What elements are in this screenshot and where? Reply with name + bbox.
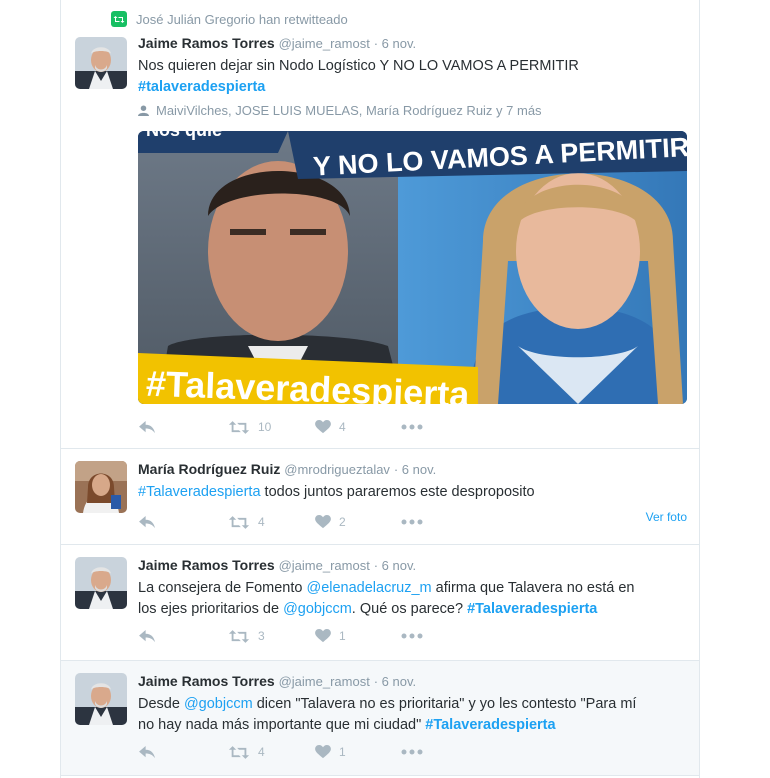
tweet-text-part: afirma que Talavera no está en: [431, 580, 635, 596]
author-handle[interactable]: @mrodrigueztalav: [284, 462, 390, 477]
reply-button[interactable]: [138, 417, 157, 437]
like-button[interactable]: 1: [315, 742, 346, 762]
image-top-text: Nos quie: [146, 131, 222, 140]
author-handle[interactable]: @jaime_ramost: [279, 674, 370, 689]
author-name[interactable]: Jaime Ramos Torres: [138, 557, 275, 573]
retweet-context: José Julián Gregorio han retwitteado: [111, 11, 348, 27]
avatar[interactable]: [75, 461, 127, 513]
author-name[interactable]: María Rodríguez Ruiz: [138, 461, 280, 477]
reply-icon: [138, 515, 157, 530]
author-handle[interactable]: @jaime_ramost: [279, 36, 370, 51]
tweet-media-photo[interactable]: Nos quie Y NO LO VAMOS A PERMITIR #Talav…: [138, 131, 687, 404]
user-icon: [138, 105, 149, 116]
like-count: 1: [339, 745, 346, 759]
tweet[interactable]: Jaime Ramos Torres @jaime_ramost · 6 nov…: [61, 545, 699, 661]
more-icon: [401, 519, 423, 525]
retweet-icon: [228, 515, 250, 530]
reply-icon: [138, 745, 157, 760]
tweet-actions: 4 1: [138, 742, 458, 762]
like-count: 1: [339, 629, 346, 643]
retweet-icon: [228, 745, 250, 760]
reply-button[interactable]: [138, 512, 157, 532]
author-name[interactable]: Jaime Ramos Torres: [138, 35, 275, 51]
social-context[interactable]: MaiviVilches, JOSE LUIS MUELAS, María Ro…: [138, 103, 688, 118]
retweet-button[interactable]: 4: [228, 742, 265, 762]
retweet-button[interactable]: 3: [228, 626, 265, 646]
tweet-text: La consejera de Fomento @elenadelacruz_m…: [138, 578, 688, 620]
tweet-time[interactable]: · 6 nov.: [374, 674, 416, 689]
mention-link[interactable]: @gobjccm: [283, 601, 352, 617]
tweet-actions: 4 2: [138, 512, 458, 532]
retweet-count: 10: [258, 420, 272, 434]
tweet[interactable]: José Julián Gregorio han retwitteado Jai…: [61, 0, 699, 449]
reply-button[interactable]: [138, 626, 157, 646]
retweet-count: 3: [258, 629, 265, 643]
avatar[interactable]: [75, 37, 127, 89]
heart-icon: [315, 745, 331, 759]
retweet-button[interactable]: 4: [228, 512, 265, 532]
tweet-time[interactable]: · 6 nov.: [374, 36, 416, 51]
tweet-header: Jaime Ramos Torres @jaime_ramost · 6 nov…: [138, 34, 688, 53]
retweet-icon: [228, 420, 250, 435]
tweet-text: #Talaveradespierta todos juntos pararemo…: [138, 482, 688, 503]
more-button[interactable]: [401, 626, 423, 646]
heart-icon: [315, 420, 331, 434]
more-icon: [401, 633, 423, 639]
retweet-icon: [228, 629, 250, 644]
tweet-text-part: los ejes prioritarios de: [138, 601, 284, 617]
tweet-time[interactable]: · 6 nov.: [374, 558, 416, 573]
reply-icon: [138, 629, 157, 644]
retweet-context-text: José Julián Gregorio han retwitteado: [136, 11, 348, 27]
tweet-text-part: no hay nada más importante que mi ciudad…: [138, 717, 426, 733]
reply-button[interactable]: [138, 742, 157, 762]
social-context-text: MaiviVilches, JOSE LUIS MUELAS, María Ro…: [156, 103, 542, 118]
like-button[interactable]: 1: [315, 626, 346, 646]
more-button[interactable]: [401, 417, 423, 437]
more-button[interactable]: [401, 512, 423, 532]
view-photo-link[interactable]: Ver foto: [646, 510, 687, 524]
timeline: José Julián Gregorio han retwitteado Jai…: [60, 0, 700, 778]
mention-link[interactable]: @elenadelacruz_m: [306, 580, 431, 596]
tweet[interactable]: Jaime Ramos Torres @jaime_ramost · 6 nov…: [61, 661, 699, 776]
tweet-time[interactable]: · 6 nov.: [394, 462, 436, 477]
author-handle[interactable]: @jaime_ramost: [279, 558, 370, 573]
heart-icon: [315, 515, 331, 529]
author-name[interactable]: Jaime Ramos Torres: [138, 673, 275, 689]
hashtag[interactable]: #Talaveradespierta: [425, 717, 555, 733]
avatar[interactable]: [75, 557, 127, 609]
hashtag[interactable]: #talaveradespierta: [138, 79, 265, 95]
like-count: 2: [339, 515, 346, 529]
retweet-button[interactable]: 10: [228, 417, 271, 437]
tweet-text-part: La consejera de Fomento: [138, 580, 307, 596]
like-button[interactable]: 4: [315, 417, 346, 437]
tweet-actions: 3 1: [138, 626, 458, 646]
tweet-text-part: . Qué os parece?: [351, 601, 468, 617]
tweet-text: Desde @gobjccm dicen "Talavera no es pri…: [138, 694, 688, 736]
tweet-header: Jaime Ramos Torres @jaime_ramost · 6 nov…: [138, 556, 688, 575]
more-icon: [401, 424, 423, 430]
hashtag[interactable]: #Talaveradespierta: [138, 484, 261, 500]
tweet[interactable]: María Rodríguez Ruiz @mrodrigueztalav · …: [61, 449, 699, 545]
tweet-actions: 10 4: [138, 417, 458, 437]
like-button[interactable]: 2: [315, 512, 346, 532]
like-count: 4: [339, 420, 346, 434]
tweet-header: Jaime Ramos Torres @jaime_ramost · 6 nov…: [138, 672, 688, 691]
tweet-text-part: dicen "Talavera no es prioritaria" y yo …: [252, 696, 637, 712]
hashtag[interactable]: #Talaveradespierta: [467, 601, 597, 617]
heart-icon: [315, 629, 331, 643]
mention-link[interactable]: @gobjccm: [184, 696, 253, 712]
retweet-count: 4: [258, 745, 265, 759]
more-icon: [401, 749, 423, 755]
tweet-header: María Rodríguez Ruiz @mrodrigueztalav · …: [138, 460, 688, 479]
tweet-text-body: todos juntos pararemos este desproposito: [260, 484, 535, 500]
avatar[interactable]: [75, 673, 127, 725]
retweet-badge-icon: [111, 11, 127, 27]
tweet-text-body: Nos quieren dejar sin Nodo Logístico Y N…: [138, 58, 579, 74]
tweet-text: Nos quieren dejar sin Nodo Logístico Y N…: [138, 56, 688, 98]
reply-icon: [138, 420, 157, 435]
tweet-text-part: Desde: [138, 696, 184, 712]
retweet-count: 4: [258, 515, 265, 529]
more-button[interactable]: [401, 742, 423, 762]
